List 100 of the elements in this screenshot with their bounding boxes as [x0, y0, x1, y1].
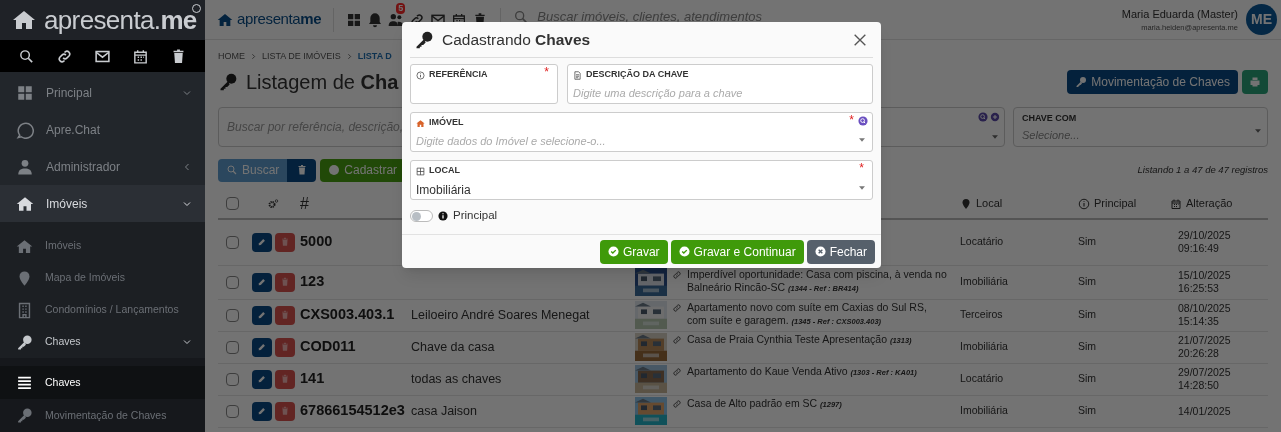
row-checkbox[interactable]: [226, 372, 239, 386]
pencil-icon: [257, 406, 267, 416]
edit-button[interactable]: [252, 272, 272, 292]
table-cell-text: Leiloeiro André Soares Menegat: [410, 306, 591, 324]
table-cell-text: Sim: [1078, 234, 1098, 250]
sidebar-item[interactable]: Condomínios / Lançamentos: [0, 294, 205, 326]
row-checkbox[interactable]: [226, 308, 239, 322]
edit-button[interactable]: [252, 232, 272, 252]
table-cell-text: Chave da casa: [410, 338, 496, 356]
sidebar-item[interactable]: Imóveis: [0, 185, 205, 222]
grid-icon: [416, 166, 425, 176]
table-cell-text: 141: [300, 369, 326, 389]
info-icon: [438, 211, 448, 221]
required-mark: *: [849, 114, 854, 126]
row-checkbox[interactable]: [226, 404, 239, 418]
sidebar-item[interactable]: Imóveis: [0, 230, 205, 262]
select-field[interactable]: IMÓVEL * Digite dados do Imóvel e selecione-o...: [410, 112, 873, 152]
table-cell-text: Sim: [1078, 274, 1098, 290]
users-icon: [388, 11, 405, 28]
sidebar-item[interactable]: Movimentação de Chaves: [0, 399, 205, 432]
delete-button[interactable]: [275, 401, 295, 421]
table-cell-text: casa Jaison: [410, 402, 478, 420]
table-cell-text: 123: [300, 272, 326, 292]
required-mark: *: [544, 66, 549, 78]
pencil-icon: [257, 374, 267, 384]
delete-button[interactable]: [275, 272, 295, 292]
trash-icon: [280, 406, 290, 416]
table-cell-text: 5000: [300, 232, 334, 252]
key-icon: [1075, 75, 1088, 88]
pencil-icon: [257, 277, 267, 287]
table-cell-text: 21/07/2025 20:26:28: [1177, 334, 1232, 360]
key-icon: [218, 71, 238, 92]
input-field[interactable]: DESCRIÇÃO DA CHAVE Digite uma descrição para a chave: [567, 64, 873, 104]
close-button[interactable]: Fechar: [806, 239, 875, 264]
delete-button[interactable]: [275, 232, 295, 252]
movement-button[interactable]: Movimentação de Chaves: [1067, 69, 1238, 94]
row-checkbox[interactable]: [226, 235, 239, 249]
modal-title: Cadastrando Chaves: [442, 29, 592, 50]
edit-button[interactable]: [252, 337, 272, 357]
link-icon: [672, 303, 682, 313]
save-button[interactable]: Gravar e Continuar: [670, 239, 804, 264]
trash-icon: [280, 374, 290, 384]
grid-icon: [346, 11, 363, 28]
breadcrumb-link[interactable]: LISTA D: [357, 50, 392, 64]
select-all-checkbox[interactable]: [226, 197, 239, 210]
sidebar-item[interactable]: Chaves: [0, 366, 205, 399]
logo[interactable]: apresentame: [237, 8, 322, 31]
breadcrumb-link[interactable]: LISTA DE IMÓVEIS: [262, 50, 341, 64]
avatar[interactable]: ME: [1246, 4, 1277, 35]
row-checkbox[interactable]: [226, 340, 239, 354]
search-icon: [513, 8, 530, 25]
delete-button[interactable]: [275, 337, 295, 357]
table-cell-text: Locatário: [959, 371, 1005, 387]
document-icon: [573, 70, 582, 80]
print-icon: [1249, 75, 1261, 88]
delete-button[interactable]: [275, 369, 295, 389]
edit-button[interactable]: [252, 305, 272, 325]
table-cell-text: 29/07/2025 14:28:50: [1177, 366, 1232, 392]
notification-badge: 5: [396, 2, 406, 14]
table-cell-text: Imobiliária: [959, 274, 1009, 290]
breadcrumb-link[interactable]: HOME: [218, 50, 245, 64]
trash-icon: [280, 310, 290, 320]
sidebar-item[interactable]: Principal: [0, 74, 205, 111]
edit-button[interactable]: [252, 401, 272, 421]
sidebar-item[interactable]: Chaves: [0, 326, 205, 358]
column-header: Local: [976, 196, 1003, 212]
row-checkbox[interactable]: [226, 275, 239, 289]
info-icon: [1078, 197, 1090, 210]
table-cell-text: 29/10/2025 09:16:49: [1177, 229, 1232, 255]
sidebar-item[interactable]: Mapa de Imóveis: [0, 262, 205, 294]
grid-icon: [16, 83, 34, 102]
logo-icon: [217, 11, 233, 28]
sidebar-item[interactable]: Administrador: [0, 148, 205, 185]
toggle-switch[interactable]: [410, 210, 433, 222]
table-cell-text: Locatário: [959, 234, 1005, 250]
select-field[interactable]: LOCAL * Imobiliária: [410, 160, 873, 200]
link-icon: [672, 270, 682, 280]
user-icon: [16, 157, 34, 176]
bell-icon: [367, 11, 384, 28]
required-mark: *: [859, 162, 864, 174]
clear-button[interactable]: [287, 158, 317, 182]
logo: apresenta.me: [44, 7, 197, 33]
edit-button[interactable]: [252, 369, 272, 389]
link-icon: [56, 47, 74, 65]
trash-icon: [280, 277, 290, 287]
column-header: Principal: [1094, 196, 1137, 212]
search-button[interactable]: Buscar: [218, 158, 288, 182]
save-button[interactable]: Gravar: [599, 239, 668, 264]
key-icon: [414, 29, 434, 50]
print-button[interactable]: [1242, 69, 1268, 94]
house-icon: [416, 118, 425, 128]
search-icon: [226, 164, 238, 176]
sidebar-item[interactable]: Apre.Chat: [0, 111, 205, 148]
info-icon: [416, 70, 425, 80]
key-icon: [16, 407, 33, 424]
table-cell-text: Sim: [1078, 371, 1098, 387]
input-field[interactable]: REFERÊNCIA *: [410, 64, 558, 104]
delete-button[interactable]: [275, 305, 295, 325]
key-icon: [16, 333, 33, 351]
trash-icon: [280, 342, 290, 352]
